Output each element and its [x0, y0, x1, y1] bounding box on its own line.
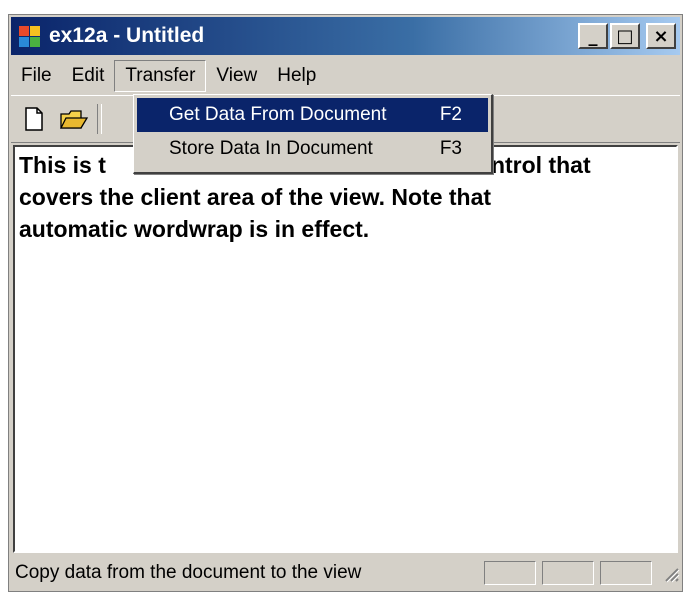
text-line-3: automatic wordwrap is in effect. — [19, 216, 370, 242]
menu-item-get-data[interactable]: Get Data From Document F2 — [137, 98, 488, 132]
status-pane-1 — [484, 561, 536, 585]
new-document-button[interactable] — [17, 102, 51, 136]
resize-grip-icon[interactable] — [658, 561, 680, 585]
minimize-icon: _ — [588, 25, 598, 47]
new-document-icon — [25, 107, 43, 131]
maximize-icon: □ — [616, 25, 634, 47]
text-line-1-start: This is t — [19, 152, 106, 178]
toolbar-separator — [97, 104, 102, 134]
menu-item-label: Store Data In Document — [169, 138, 373, 159]
menu-item-label: Get Data From Document — [169, 104, 387, 125]
close-icon: × — [653, 25, 669, 47]
window-title: ex12a - Untitled — [49, 24, 205, 47]
status-pane-3 — [600, 561, 652, 585]
text-line-1-end: ontrol that — [476, 152, 591, 178]
menu-edit[interactable]: Edit — [62, 61, 115, 91]
open-button[interactable] — [57, 102, 91, 136]
maximize-button[interactable]: □ — [610, 23, 640, 49]
status-pane-2 — [542, 561, 594, 585]
edit-view[interactable]: This is t ontrol that covers the client a… — [13, 145, 678, 553]
menu-file[interactable]: File — [11, 61, 62, 91]
minimize-button[interactable]: _ — [578, 23, 608, 49]
status-text: Copy data from the document to the view — [15, 562, 362, 583]
menu-help[interactable]: Help — [267, 61, 326, 91]
transfer-dropdown-menu: Get Data From Document F2 Store Data In … — [133, 94, 493, 174]
menu-view[interactable]: View — [206, 61, 267, 91]
menu-item-shortcut: F2 — [439, 104, 462, 125]
menu-item-shortcut: F3 — [439, 138, 462, 159]
status-bar: Copy data from the document to the view — [11, 557, 680, 589]
title-buttons: _ □ × — [578, 23, 676, 49]
open-folder-icon — [59, 110, 89, 129]
app-icon[interactable] — [17, 23, 43, 49]
menu-bar: File Edit Transfer View Help — [11, 59, 680, 93]
close-button[interactable]: × — [646, 23, 676, 49]
menu-item-store-data[interactable]: Store Data In Document F3 — [137, 132, 488, 166]
menu-transfer[interactable]: Transfer — [114, 60, 207, 92]
text-line-2: covers the client area of the view. Note… — [19, 184, 492, 210]
title-bar[interactable]: ex12a - Untitled _ □ × — [11, 17, 680, 55]
